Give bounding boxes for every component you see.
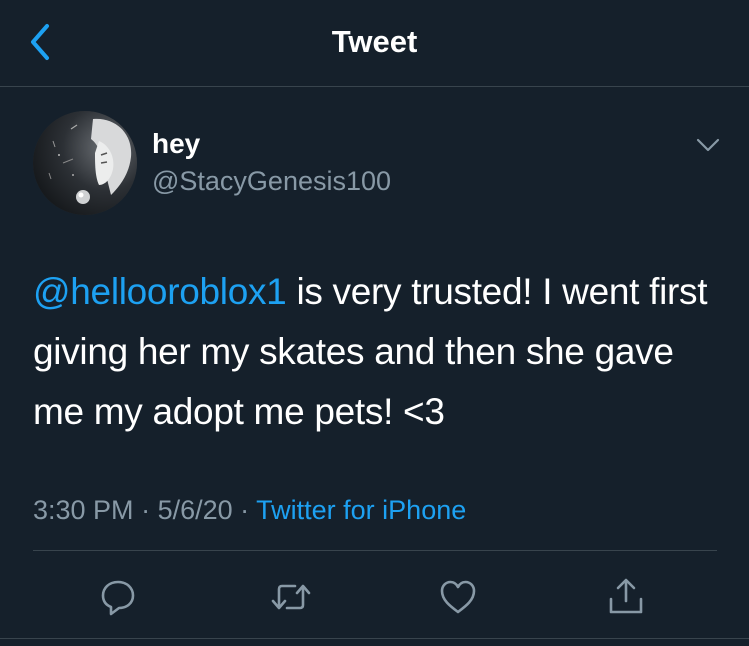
share-button[interactable] xyxy=(603,574,649,620)
divider xyxy=(33,550,717,551)
top-bar: Tweet xyxy=(0,0,749,87)
tweet-time: 3:30 PM xyxy=(33,495,134,525)
page-title: Tweet xyxy=(331,24,418,59)
like-icon xyxy=(440,580,476,614)
more-options-button[interactable] xyxy=(690,130,726,160)
mention-link[interactable]: @hellooroblox1 xyxy=(33,271,287,312)
avatar-image xyxy=(33,111,137,215)
reply-button[interactable] xyxy=(95,574,141,620)
tweet-meta: 3:30 PM · 5/6/20 · Twitter for iPhone xyxy=(33,492,466,528)
retweet-button[interactable] xyxy=(268,574,314,620)
retweet-icon xyxy=(271,584,311,610)
tweet-text: @hellooroblox1 is very trusted! I went f… xyxy=(33,262,733,442)
action-bar xyxy=(0,574,749,620)
author-handle[interactable]: @StacyGenesis100 xyxy=(152,164,391,198)
reply-icon xyxy=(101,580,135,616)
chevron-down-icon xyxy=(696,138,720,152)
meta-separator: · xyxy=(232,495,257,525)
meta-separator: · xyxy=(133,495,158,525)
like-button[interactable] xyxy=(435,574,481,620)
author-display-name[interactable]: hey xyxy=(152,127,200,161)
divider xyxy=(0,638,749,639)
tweet-date: 5/6/20 xyxy=(157,495,233,525)
tweet-source-link[interactable]: Twitter for iPhone xyxy=(256,495,466,525)
share-icon xyxy=(609,578,643,614)
avatar[interactable] xyxy=(33,111,137,215)
